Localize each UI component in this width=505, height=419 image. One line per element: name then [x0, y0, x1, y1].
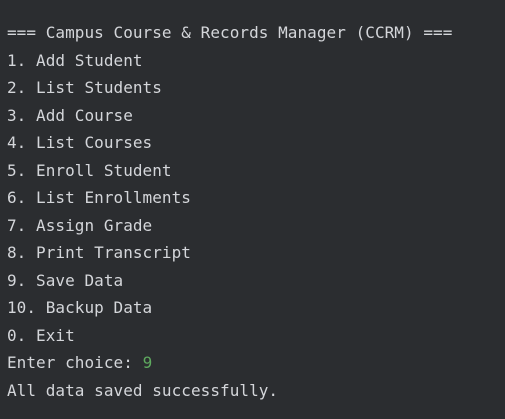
menu-option-save-data: 9. Save Data — [7, 270, 124, 290]
menu-option-backup-data: 10. Backup Data — [7, 298, 153, 317]
menu-option-list-students: 2. List Students — [7, 78, 162, 97]
input-prompt-line[interactable]: Enter choice: 9 — [7, 349, 505, 377]
console-output-panel: === Campus Course & Records Manager (CCR… — [0, 0, 505, 419]
status-message: All data saved successfully. — [7, 380, 279, 400]
console-header: === Campus Course & Records Manager (CCR… — [7, 23, 453, 42]
menu-option-exit: 0. Exit — [7, 325, 75, 345]
menu-option-add-student: 1. Add Student — [7, 50, 143, 70]
input-prompt-label: Enter choice: — [7, 353, 143, 372]
menu-option-enroll-student: 5. Enroll Student — [7, 160, 172, 180]
user-input-value[interactable]: 9 — [143, 353, 153, 372]
menu-option-assign-grade: 7. Assign Grade — [7, 215, 153, 235]
menu-option-list-courses: 4. List Courses — [7, 133, 153, 152]
menu-option-print-transcript: 8. Print Transcript — [7, 243, 191, 262]
menu-option-add-course: 3. Add Course — [7, 105, 133, 125]
menu-option-list-enrollments: 6. List Enrollments — [7, 188, 191, 207]
